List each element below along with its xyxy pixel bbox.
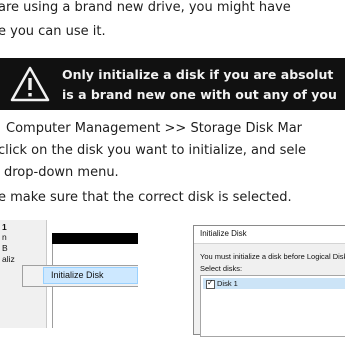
step-text-line-3: drop-down menu. — [4, 165, 119, 180]
step-text-line-1: Computer Management >> Storage Disk Mar — [6, 121, 303, 136]
disk-label-status: aliz — [2, 254, 15, 264]
intro-text-line-2: e you can use it. — [0, 24, 106, 39]
step-text-line-2: click on the disk you want to initialize… — [0, 143, 306, 158]
disk-label-type: n — [2, 232, 7, 242]
warning-text-line-2: is a brand new one with out any of you — [62, 87, 337, 102]
step-text-line-4: e make sure that the correct disk is sel… — [0, 190, 292, 205]
disk-list-item[interactable]: Disk 1 — [203, 278, 345, 289]
select-disks-label: Select disks: — [200, 264, 243, 273]
disk-label-number: 1 — [2, 222, 7, 232]
dialog-title: Initialize Disk — [200, 229, 247, 238]
dialog-message: You must initialize a disk before Logica… — [200, 252, 345, 261]
disk-item-label: Disk 1 — [217, 279, 238, 288]
warning-callout: Only initialize a disk if you are absolu… — [0, 58, 345, 110]
context-menu: Initialize Disk — [22, 265, 138, 287]
dialog-title-bar: Initialize Disk — [194, 226, 345, 244]
disk-checkbox[interactable] — [206, 278, 215, 289]
intro-text-line-1: are using a brand new drive, you might h… — [0, 0, 291, 15]
disk-volume-header-bar — [52, 233, 138, 244]
warning-triangle-icon — [10, 66, 50, 102]
disk-management-screenshot: 1 n B aliz Initialize Disk — [0, 220, 138, 328]
initialize-disk-dialog: Initialize Disk You must initialize a di… — [193, 225, 345, 337]
disk-label-size: B — [2, 243, 8, 253]
warning-text-line-1: Only initialize a disk if you are absolu… — [62, 67, 334, 82]
initialize-disk-menu-item[interactable]: Initialize Disk — [43, 267, 138, 284]
